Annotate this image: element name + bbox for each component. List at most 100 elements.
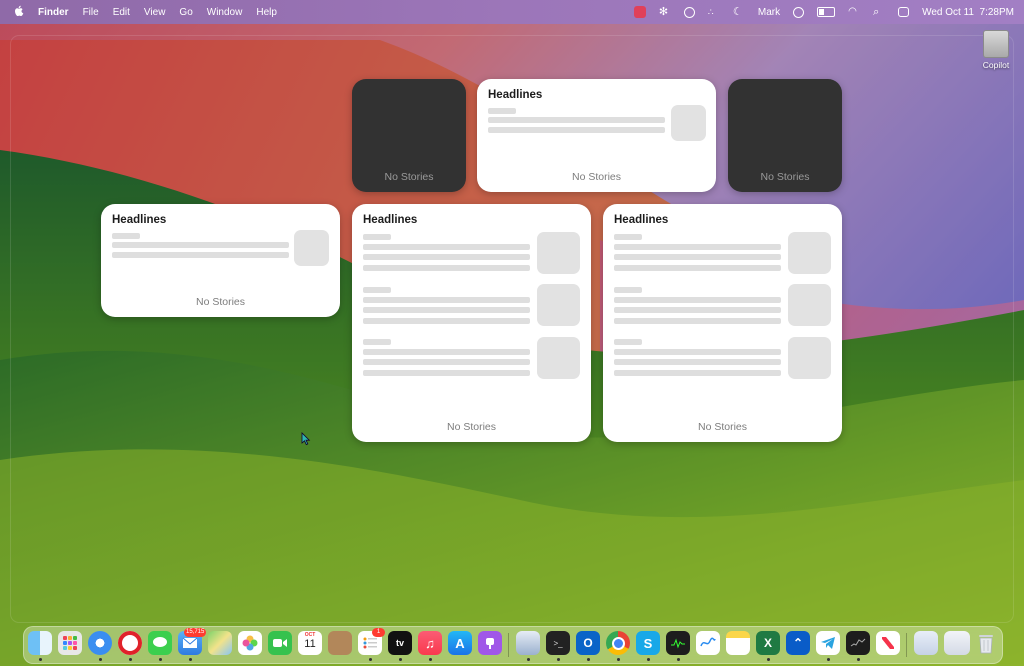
freeform-icon[interactable] — [696, 631, 720, 655]
placeholder-bar — [112, 252, 289, 258]
telegram-icon[interactable] — [816, 631, 840, 655]
activity-monitor-icon[interactable] — [666, 631, 690, 655]
downloads-stack-icon[interactable] — [914, 631, 938, 655]
placeholder-bar — [488, 108, 516, 114]
excel-icon[interactable]: X — [756, 631, 780, 655]
reminders-badge: 1 — [372, 628, 385, 637]
placeholder-bar — [614, 307, 781, 313]
menu-window[interactable]: Window — [207, 7, 243, 18]
teamviewer-icon[interactable]: ⌃ — [786, 631, 810, 655]
placeholder-bar — [614, 287, 642, 293]
mail-badge: 15,715 — [184, 628, 207, 637]
drive-icon — [983, 30, 1009, 58]
placeholder-bar — [363, 370, 530, 376]
menu-app-name[interactable]: Finder — [38, 7, 69, 18]
no-stories-label: No Stories — [760, 171, 810, 183]
widget-title: Headlines — [363, 214, 418, 226]
preview-icon[interactable] — [516, 631, 540, 655]
running-indicator — [647, 658, 650, 661]
calendar-day: 11 — [304, 638, 316, 650]
no-stories-label: No Stories — [195, 296, 246, 308]
stocks-icon[interactable] — [846, 631, 870, 655]
running-indicator — [587, 658, 590, 661]
menu-go[interactable]: Go — [179, 7, 192, 18]
battery-icon[interactable] — [817, 7, 836, 17]
news-widget-medium-left[interactable]: Headlines No Stories — [101, 204, 340, 317]
music-icon[interactable]: ♫ — [418, 631, 442, 655]
moon-icon[interactable]: ☾ — [733, 6, 745, 18]
apple-tv-icon[interactable]: tv — [388, 631, 412, 655]
documents-stack-icon[interactable] — [944, 631, 970, 655]
widget-title: Headlines — [488, 89, 543, 101]
menu-edit[interactable]: Edit — [113, 7, 130, 18]
news-icon[interactable] — [876, 631, 900, 655]
placeholder-bar — [614, 297, 781, 303]
desktop-icon-copilot[interactable]: Copilot — [978, 30, 1014, 70]
dock-separator — [906, 633, 907, 657]
terminal-icon[interactable]: >_ — [546, 631, 570, 655]
placeholder-bar — [363, 349, 530, 355]
news-widget-large-right[interactable]: Headlines No Stories — [603, 204, 842, 442]
facetime-icon[interactable] — [268, 631, 292, 655]
apple-tv-label: tv — [395, 638, 404, 648]
news-widget-small-2[interactable]: No Stories — [728, 79, 842, 192]
outlook-icon[interactable]: O — [576, 631, 600, 655]
safari-icon[interactable] — [88, 631, 112, 655]
calendar-icon[interactable]: OCT 11 — [298, 631, 322, 655]
play-circle-icon[interactable] — [793, 6, 805, 18]
news-widget-small-1[interactable]: No Stories — [352, 79, 466, 192]
apple-menu-icon[interactable] — [14, 5, 24, 20]
placeholder-bar — [614, 244, 781, 250]
control-center-icon[interactable] — [898, 7, 910, 17]
launchpad-icon[interactable] — [58, 631, 82, 655]
wifi-icon[interactable]: ◠ — [848, 6, 860, 18]
desktop: Finder File Edit View Go Window Help ✻ ∴… — [0, 0, 1024, 666]
app-store-icon[interactable]: A — [448, 631, 472, 655]
podcasts-icon[interactable] — [478, 631, 502, 655]
running-indicator — [527, 658, 530, 661]
snowflake-icon[interactable]: ✻ — [659, 6, 671, 18]
search-icon[interactable]: ⌕ — [873, 6, 885, 18]
running-indicator — [767, 658, 770, 661]
menu-view[interactable]: View — [144, 7, 166, 18]
placeholder-bar — [363, 297, 530, 303]
menu-bar: Finder File Edit View Go Window Help ✻ ∴… — [0, 0, 1024, 24]
placeholder-bar — [363, 287, 391, 293]
notes-icon[interactable] — [726, 631, 750, 655]
placeholder-bar — [112, 233, 140, 239]
placeholder-thumbnail — [537, 337, 580, 379]
notes-brown-icon[interactable] — [328, 631, 352, 655]
skype-dock-icon[interactable]: S — [636, 631, 660, 655]
dock-separator — [508, 633, 509, 657]
placeholder-bar — [614, 318, 781, 324]
menu-file[interactable]: File — [83, 7, 99, 18]
chrome-icon[interactable] — [606, 631, 630, 655]
placeholder-bar — [614, 349, 781, 355]
placeholder-bar — [363, 254, 530, 260]
messages-icon[interactable] — [148, 631, 172, 655]
maps-icon[interactable] — [208, 631, 232, 655]
no-stories-label: No Stories — [384, 171, 434, 183]
skype-icon[interactable] — [683, 6, 695, 18]
user-name[interactable]: Mark — [758, 7, 780, 18]
menu-help[interactable]: Help — [256, 7, 277, 18]
finder-icon[interactable] — [28, 631, 52, 655]
dock: 15,715 OCT 11 1 tv ♫ A >_ O S X ⌃ — [23, 626, 1003, 664]
trash-icon[interactable] — [974, 631, 998, 655]
opera-icon[interactable] — [118, 631, 142, 655]
placeholder-bar — [614, 339, 642, 345]
news-widget-large-center[interactable]: Headlines No Stories — [352, 204, 591, 442]
placeholder-bar — [488, 117, 665, 123]
running-indicator — [857, 658, 860, 661]
running-indicator — [827, 658, 830, 661]
gift-icon[interactable] — [633, 6, 646, 18]
menubar-clock[interactable]: Wed Oct 11 7:28PM — [922, 7, 1014, 18]
running-indicator — [39, 658, 42, 661]
placeholder-bar — [614, 265, 781, 271]
photos-icon[interactable] — [238, 631, 262, 655]
news-widget-medium-top[interactable]: Headlines No Stories — [477, 79, 716, 192]
placeholder-bar — [112, 242, 289, 248]
dots-icon[interactable]: ∴ — [708, 6, 720, 18]
running-indicator — [189, 658, 192, 661]
running-indicator — [399, 658, 402, 661]
